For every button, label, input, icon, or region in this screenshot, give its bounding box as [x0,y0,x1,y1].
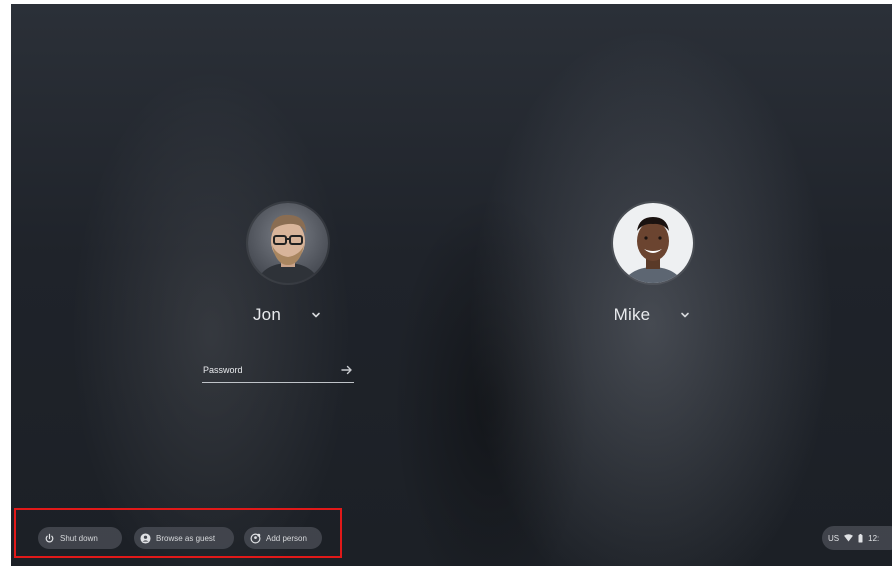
screen-left-edge [0,0,11,566]
avatar-mike[interactable] [613,203,693,283]
status-tray[interactable]: US 12: [822,526,892,550]
keyboard-layout: US [828,533,840,543]
password-field-row [202,358,354,383]
add-person-icon [250,533,261,543]
battery-icon [858,533,863,542]
shut-down-button[interactable]: Shut down [38,527,122,549]
user-pod-jon[interactable]: Jon [208,203,368,327]
browse-as-guest-button[interactable]: Browse as guest [134,527,234,549]
user-photo-jon-icon [248,203,328,283]
submit-arrow-icon[interactable] [340,363,354,377]
chevron-down-icon[interactable] [309,308,323,322]
login-screen [11,4,892,566]
user-name-mike: Mike [613,305,651,324]
user-pod-mike[interactable]: Mike [573,203,733,327]
wifi-icon [844,534,854,542]
clock-time: 12: [868,533,880,543]
user-name-jon: Jon [252,305,281,324]
avatar-jon[interactable] [248,203,328,283]
chevron-down-icon[interactable] [678,308,692,322]
user-photo-mike-icon [613,203,693,283]
guest-account-icon [140,532,151,544]
power-icon [45,533,54,542]
add-person-button[interactable]: Add person [244,527,322,549]
password-input[interactable] [202,365,313,375]
add-person-label: Add person [266,533,307,543]
browse-as-guest-label: Browse as guest [156,533,216,543]
shut-down-label: Shut down [60,533,98,543]
